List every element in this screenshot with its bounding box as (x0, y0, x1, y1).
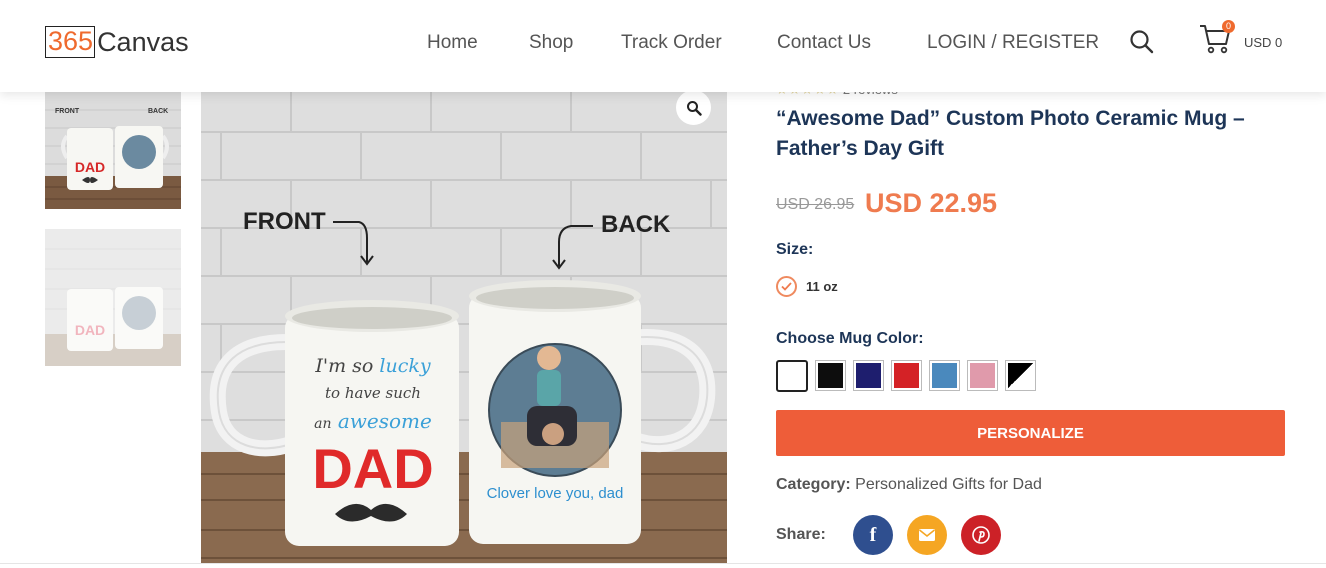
svg-text:DAD: DAD (75, 159, 105, 175)
svg-text:DAD: DAD (75, 322, 105, 338)
color-label: Choose Mug Color: (776, 330, 924, 347)
thumbnail-1[interactable]: FRONT BACK DAD (45, 92, 181, 209)
share-label: Share: (776, 526, 826, 543)
category-link[interactable]: Personalized Gifts for Dad (855, 476, 1042, 493)
product-category: Category: Personalized Gifts for Dad (776, 476, 1042, 494)
email-icon[interactable] (907, 515, 947, 555)
cart-icon[interactable]: 0 (1198, 20, 1238, 56)
svg-text:DAD: DAD (312, 437, 433, 500)
thumbnail-2[interactable]: DAD (45, 229, 181, 366)
search-icon[interactable] (1128, 28, 1156, 56)
cart-total[interactable]: USD 0 (1244, 35, 1282, 50)
check-icon (776, 276, 797, 297)
front-label: FRONT (243, 208, 326, 235)
size-label: Size: (776, 241, 814, 258)
nav-login-register[interactable]: LOGIN / REGISTER (927, 32, 1099, 54)
back-label: BACK (601, 211, 671, 238)
zoom-icon[interactable] (676, 90, 711, 125)
price-current: USD 22.95 (865, 188, 998, 218)
color-swatch-white[interactable] (776, 360, 808, 392)
thumb-front-label: FRONT (55, 108, 80, 115)
size-option-11oz[interactable]: 11 oz (776, 276, 838, 297)
nav-track-order[interactable]: Track Order (621, 32, 722, 54)
color-swatch-navy[interactable] (853, 360, 884, 391)
color-swatch-black-white[interactable] (1005, 360, 1036, 391)
color-swatch-red[interactable] (891, 360, 922, 391)
size-option-label: 11 oz (806, 279, 838, 294)
color-swatch-black[interactable] (815, 360, 846, 391)
color-swatches (776, 360, 1043, 392)
mug-back-text: Clover love you, dad (487, 485, 624, 502)
nav-home[interactable]: Home (427, 32, 478, 54)
price-old: USD 26.95 (776, 196, 855, 213)
product-title: “Awesome Dad” Custom Photo Ceramic Mug –… (776, 107, 1245, 160)
category-label: Category: (776, 476, 851, 493)
cart-count-badge: 0 (1222, 20, 1235, 33)
svg-text:an awesome: an awesome (314, 409, 432, 433)
logo-word: Canvas (97, 26, 189, 57)
logo-number: 365 (45, 26, 96, 58)
pinterest-icon[interactable] (961, 515, 1001, 555)
site-logo[interactable]: 365 Canvas (45, 26, 189, 58)
color-swatch-blue[interactable] (929, 360, 960, 391)
facebook-icon[interactable]: f (853, 515, 893, 555)
svg-text:to have such: to have such (325, 384, 421, 402)
svg-text:I'm so lucky: I'm so lucky (314, 355, 430, 377)
color-swatch-pink[interactable] (967, 360, 998, 391)
thumb-back-label: BACK (148, 108, 168, 115)
page-divider (0, 563, 1326, 564)
product-main-image[interactable]: FRONT BACK I'm so lucky to have such an … (201, 92, 727, 563)
nav-contact-us[interactable]: Contact Us (777, 32, 871, 54)
site-header: 365 Canvas Home Shop Track Order Contact… (0, 0, 1326, 92)
nav-shop[interactable]: Shop (529, 32, 573, 54)
personalize-button[interactable]: PERSONALIZE (776, 410, 1285, 456)
